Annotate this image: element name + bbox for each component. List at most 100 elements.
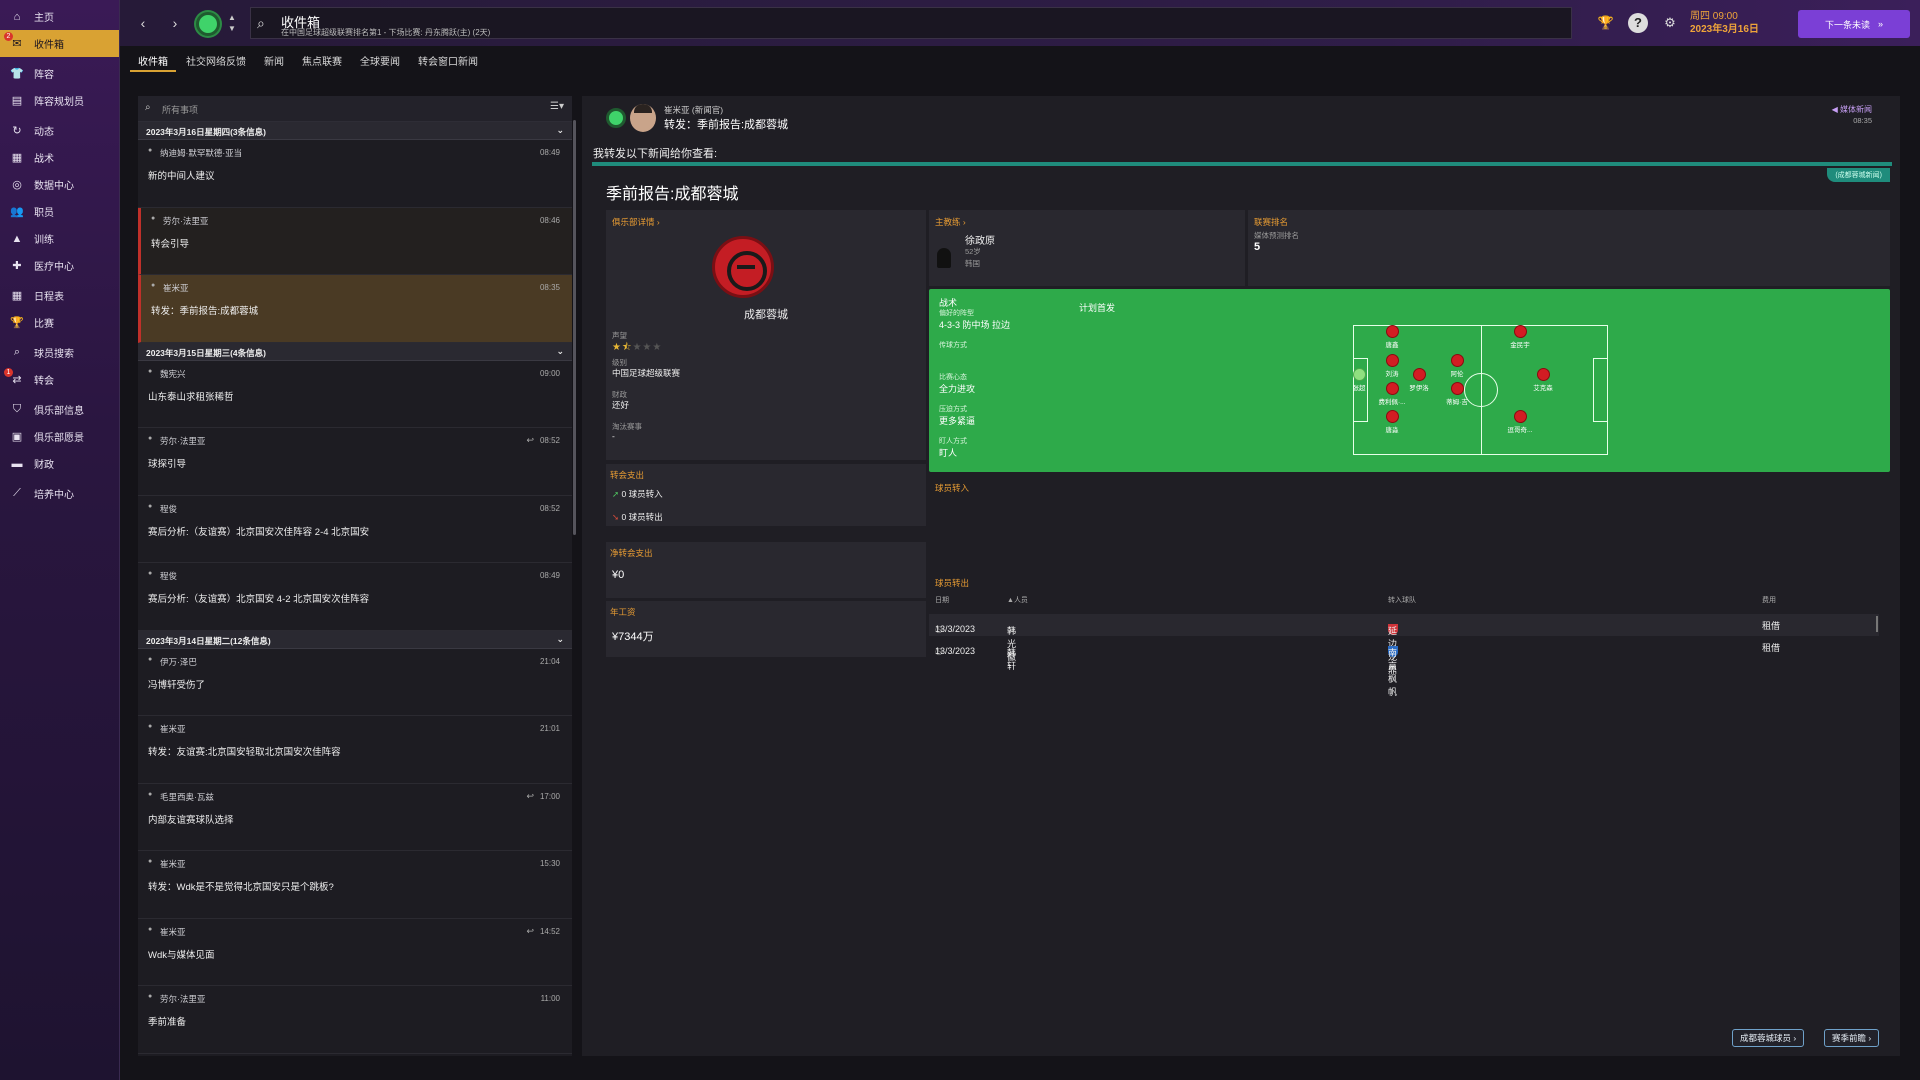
- club-crest[interactable]: [712, 236, 774, 298]
- inbox-date-group[interactable]: 2023年3月16日星期四(3条信息) ⌄: [138, 122, 572, 140]
- inbox-message[interactable]: 魏宪兴09:00 山东泰山求租张稀哲: [138, 361, 572, 428]
- player-marker[interactable]: [1386, 410, 1399, 423]
- manager-name[interactable]: 徐政原: [965, 232, 995, 247]
- tab-0[interactable]: 收件箱: [130, 50, 176, 72]
- club-squad-button[interactable]: 成都蓉城球员 ›: [1732, 1029, 1805, 1047]
- inbox-message[interactable]: 纳迪姆·默罕默德·亚当08:49 新的中间人建议: [138, 140, 572, 208]
- sidebar-item-17[interactable]: ⟋ 培养中心: [0, 480, 119, 507]
- sidebar-item-7[interactable]: 👥 职员: [0, 198, 119, 225]
- inbox-message[interactable]: 劳尔·法里亚11:00 季前准备: [138, 986, 572, 1054]
- sidebar-item-15[interactable]: ▣ 俱乐部愿景: [0, 423, 119, 450]
- col-fee[interactable]: 费用: [1762, 595, 1776, 605]
- status-toggle-arrows[interactable]: ▲ ▼: [228, 12, 236, 34]
- sidebar-item-9[interactable]: ✚ 医疗中心: [0, 252, 119, 279]
- sidebar-item-0[interactable]: ⌂ 主页: [0, 3, 119, 30]
- wages-card: 年工资 ¥7344万: [606, 601, 926, 657]
- sidebar-item-label: 医疗中心: [34, 262, 74, 273]
- player-marker[interactable]: [1353, 368, 1366, 381]
- help-button[interactable]: ?: [1628, 13, 1648, 33]
- reply-icon: ↩: [526, 435, 534, 445]
- back-button[interactable]: ‹: [134, 14, 152, 32]
- sidebar-item-8[interactable]: ▲ 训练: [0, 225, 119, 252]
- player-marker[interactable]: [1451, 382, 1464, 395]
- sender-name[interactable]: 崔米亚 (新闻官): [664, 104, 723, 116]
- search-bar[interactable]: ⌕ 收件箱 在中国足球超级联赛排名第1 - 下场比赛: 丹东腾跃(主) (2天): [250, 7, 1572, 39]
- inbox-message[interactable]: 程俊08:49 赛后分析:（友谊赛）北京国安 4-2 北京国安次佳阵容: [138, 563, 572, 631]
- player-marker[interactable]: [1386, 382, 1399, 395]
- col-person[interactable]: ▲人员: [1007, 595, 1028, 605]
- sidebar-item-10[interactable]: ▦ 日程表: [0, 282, 119, 309]
- player-marker[interactable]: [1514, 325, 1527, 338]
- table-row[interactable]: ◷ 13/3/2023 ☺ 韩轩 南京枫帆 租借: [929, 636, 1879, 697]
- player-marker[interactable]: [1537, 368, 1550, 381]
- help-icon: ?: [1634, 15, 1642, 30]
- inbox-list: ⌕ 所有事项 ☰▾ 2023年3月16日星期四(3条信息) ⌄ 纳迪姆·默罕默德·亚…: [138, 96, 572, 1056]
- table-row[interactable]: ◷ 13/3/2023 ☺ 韩光徽 延边龙鼎 租借: [929, 614, 1879, 675]
- manager-card: 主教练 › 徐政原 52岁 韩国: [929, 210, 1245, 286]
- club-details-link[interactable]: 俱乐部详情 ›: [612, 216, 660, 228]
- inbox-message[interactable]: 崔米亚08:35 转发：季前报告:成都蓉城: [138, 275, 572, 343]
- player-marker[interactable]: [1451, 354, 1464, 367]
- sidebar-item-1[interactable]: ✉ 收件箱 2: [0, 30, 119, 57]
- player-name: 唐鑫: [1385, 342, 1399, 349]
- division-value[interactable]: 中国足球超级联赛: [612, 367, 680, 379]
- forward-button[interactable]: ›: [166, 14, 184, 32]
- sidebar-item-6[interactable]: ◎ 数据中心: [0, 171, 119, 198]
- message-time: 09:00: [539, 368, 560, 378]
- filter-menu-icon[interactable]: ☰▾: [550, 101, 564, 112]
- inbox-message[interactable]: 劳尔·法里亚08:46 转会引导: [138, 207, 572, 275]
- tab-5[interactable]: 转会窗口新闻: [410, 50, 486, 72]
- club-status-indicator[interactable]: [196, 12, 220, 36]
- inbox-message[interactable]: 崔米亚15:30 转发：Wdk是不是觉得北京国安只是个跳板?: [138, 851, 572, 919]
- tab-3[interactable]: 焦点联赛: [294, 50, 350, 72]
- table-scrollbar[interactable]: [1876, 616, 1878, 632]
- sidebar-item-4[interactable]: ↻ 动态: [0, 117, 119, 144]
- settings-button[interactable]: ⚙: [1660, 13, 1680, 33]
- development-icon: ⟋: [13, 487, 21, 499]
- inbox-message[interactable]: 崔米亚14:52 ↩ Wdk与媒体见面: [138, 919, 572, 986]
- sidebar-item-label: 职员: [34, 208, 54, 219]
- inbox-filter[interactable]: ⌕ 所有事项 ☰▾: [138, 96, 572, 122]
- shield-icon: ⛉: [12, 403, 22, 415]
- inbox-message[interactable]: 程俊08:52 赛后分析:（友谊赛）北京国安次佳阵容 2-4 北京国安: [138, 496, 572, 563]
- inbox-message[interactable]: 崔米亚21:01 转发：友谊赛:北京国安轻取北京国安次佳阵容: [138, 716, 572, 784]
- sidebar-item-13[interactable]: ⇄ 转会 1: [0, 366, 119, 393]
- inbox-date-group[interactable]: 2023年3月15日星期三(4条信息) ⌄: [138, 342, 572, 361]
- player-marker[interactable]: [1514, 410, 1527, 423]
- inbox-message[interactable]: 毛里西奥·瓦兹17:00 ↩ 内部友谊赛球队选择: [138, 784, 572, 851]
- col-date[interactable]: 日期: [935, 595, 949, 605]
- tab-4[interactable]: 全球要闻: [352, 50, 408, 72]
- message-subject: 转发：友谊赛:北京国安轻取北京国安次佳阵容: [148, 747, 341, 758]
- manager-link[interactable]: 主教练 ›: [935, 216, 966, 228]
- sidebar-item-5[interactable]: ▦ 战术: [0, 144, 119, 171]
- player-marker[interactable]: [1413, 368, 1426, 381]
- inbox-message[interactable]: 伊万·泽巴21:04 冯博轩受伤了: [138, 649, 572, 716]
- continue-button[interactable]: 下一条未读 »: [1798, 10, 1910, 38]
- tab-1[interactable]: 社交网络反馈: [178, 50, 254, 72]
- sender-avatar[interactable]: [630, 104, 656, 132]
- player-marker[interactable]: [1386, 354, 1399, 367]
- news-source-tag[interactable]: (成都蓉城新闻): [1827, 168, 1890, 182]
- col-team[interactable]: 转入球队: [1388, 595, 1416, 605]
- player-name: 阿伦: [1450, 371, 1464, 378]
- sidebar-item-14[interactable]: ⛉ 俱乐部信息: [0, 396, 119, 423]
- manager-header: 主教练: [935, 217, 961, 227]
- sidebar-item-11[interactable]: 🏆 比赛: [0, 309, 119, 336]
- sidebar-item-16[interactable]: ▬ 财政: [0, 450, 119, 477]
- tab-2[interactable]: 新闻: [256, 50, 292, 72]
- formation-label: 偏好的阵型: [939, 310, 974, 317]
- inbox-scrollbar[interactable]: [573, 120, 576, 535]
- inbox-message[interactable]: 劳尔·法里亚08:52 ↩ 球探引导: [138, 428, 572, 496]
- sidebar-item-2[interactable]: 👕 阵容: [0, 60, 119, 87]
- message-sender: 劳尔·法里亚: [148, 993, 562, 1005]
- sidebar-item-3[interactable]: ▤ 阵容规划员: [0, 87, 119, 114]
- sidebar: ⌂ 主页 ✉ 收件箱 2 👕 阵容 ▤ 阵容规划员 ↻ 动态 ▦ 战术 ◎ 数据中心 👥 职员 ▲ 训练 ✚ 医疗中心 ▦…: [0, 0, 120, 1080]
- achievements-button[interactable]: 🏆: [1596, 13, 1616, 33]
- inbox-date-group[interactable]: 2023年3月14日星期二(12条信息) ⌄: [138, 630, 572, 649]
- season-preview-button[interactable]: 赛季前瞻 ›: [1824, 1029, 1880, 1047]
- club-name[interactable]: 成都蓉城: [606, 306, 926, 322]
- pressing-label: 压迫方式: [939, 406, 967, 413]
- tactics-card: 战术 偏好的阵型 4-3-3 防中场 拉边 传球方式 比赛心态 全力进攻 压迫方…: [929, 289, 1890, 472]
- player-marker[interactable]: [1386, 325, 1399, 338]
- sidebar-item-12[interactable]: ⌕ 球员搜索: [0, 339, 119, 366]
